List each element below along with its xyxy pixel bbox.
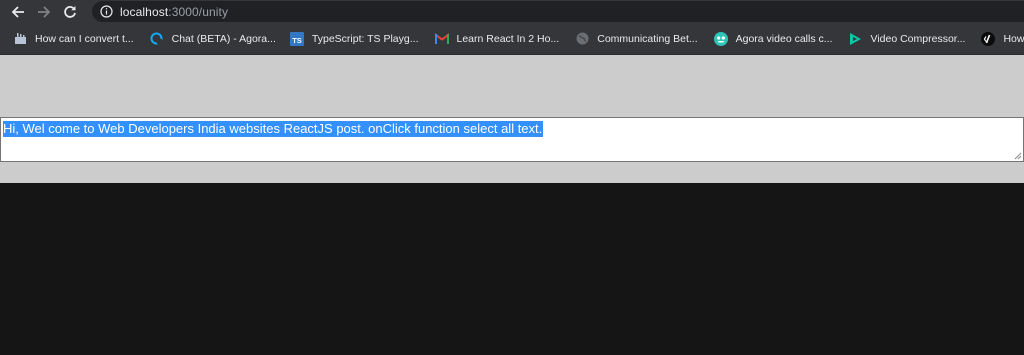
forward-button[interactable] <box>31 0 57 23</box>
bookmark-label: Video Compressor... <box>870 32 966 45</box>
bookmark-item[interactable]: How to Run Foreac <box>969 23 1024 54</box>
bookmark-item[interactable]: TS TypeScript: TS Playg... <box>280 23 423 54</box>
bookmark-item[interactable]: Agora video calls c... <box>702 23 837 54</box>
text-area[interactable]: Hi, Wel come to Web Developers India web… <box>0 117 1024 162</box>
back-arrow-icon <box>11 5 24 18</box>
bookmark-label: Learn React In 2 Ho... <box>456 32 560 45</box>
page-content: Hi, Wel come to Web Developers India web… <box>0 55 1024 183</box>
back-button[interactable] <box>5 0 31 23</box>
code-icon <box>981 31 996 46</box>
svg-text:TS: TS <box>292 36 302 45</box>
gmail-icon <box>434 32 449 46</box>
bookmark-item[interactable]: Chat (BETA) - Agora... <box>138 23 280 54</box>
bookmark-item[interactable]: Video Compressor... <box>837 23 970 54</box>
bookmark-label: How can I convert t... <box>35 32 134 45</box>
globe-icon <box>575 32 589 46</box>
bookmark-item[interactable]: Learn React In 2 Ho... <box>423 23 564 54</box>
forward-arrow-icon <box>38 5 51 18</box>
bookmark-label: How to Run Foreac <box>1003 32 1024 45</box>
stack-icon <box>13 32 27 46</box>
bookmark-label: Chat (BETA) - Agora... <box>171 32 276 45</box>
bookmark-label: Communicating Bet... <box>597 32 698 45</box>
play-icon <box>849 32 863 46</box>
typescript-icon: TS <box>289 31 304 46</box>
bookmark-label: Agora video calls c... <box>735 32 833 45</box>
dark-background <box>0 183 1024 355</box>
url-text: localhost:3000/unity <box>120 5 228 19</box>
info-icon[interactable] <box>100 5 113 18</box>
url-host: localhost <box>120 4 169 19</box>
browser-toolbar: localhost:3000/unity <box>0 0 1024 23</box>
reload-icon <box>64 5 76 18</box>
agora-video-icon <box>713 31 728 46</box>
resize-handle-icon[interactable] <box>1014 152 1022 160</box>
bookmark-item[interactable]: How can I convert t... <box>0 23 138 54</box>
url-path: :3000/unity <box>168 4 229 19</box>
agora-chat-icon <box>150 32 164 46</box>
selected-text: Hi, Wel come to Web Developers India web… <box>3 121 544 137</box>
address-bar[interactable]: localhost:3000/unity <box>92 1 1024 22</box>
bookmarks-bar: How can I convert t... Chat (BETA) - Ago… <box>0 23 1024 55</box>
bookmark-item[interactable]: Communicating Bet... <box>563 23 701 54</box>
reload-button[interactable] <box>57 0 83 23</box>
bookmark-label: TypeScript: TS Playg... <box>311 32 419 45</box>
